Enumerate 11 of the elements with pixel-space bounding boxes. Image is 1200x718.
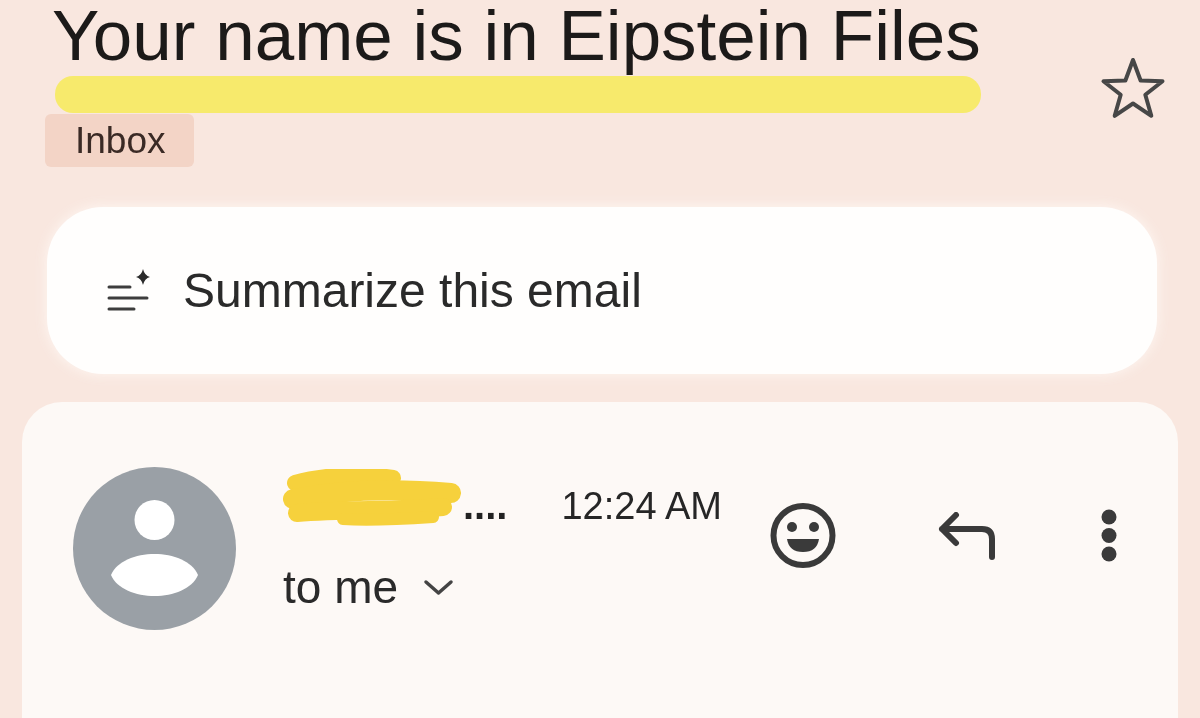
smiley-icon[interactable]: [770, 502, 836, 569]
person-avatar-icon: [73, 467, 236, 630]
summary-sparkle-icon: [107, 268, 150, 313]
star-icon[interactable]: [1100, 57, 1166, 119]
more-menu-icon[interactable]: [1101, 509, 1117, 562]
recipients-toggle[interactable]: to me: [283, 564, 455, 610]
sender-name: ....: [463, 485, 508, 525]
chevron-down-icon: [423, 578, 455, 596]
message-time: 12:24 AM: [561, 487, 722, 525]
summarize-button[interactable]: Summarize this email: [47, 207, 1157, 374]
inbox-label: Inbox: [45, 114, 194, 167]
